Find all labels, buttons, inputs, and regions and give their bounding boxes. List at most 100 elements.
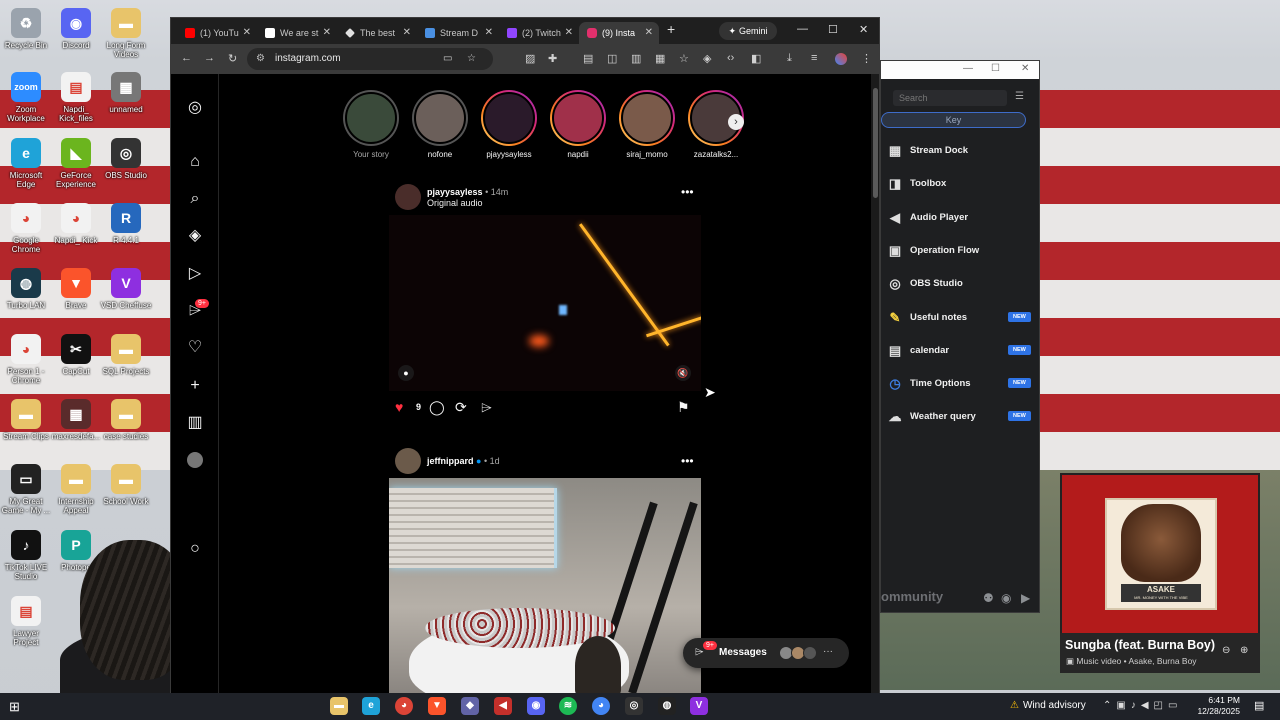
translate-icon[interactable]: ◈	[703, 52, 711, 65]
reload-icon[interactable]: ↻	[228, 52, 237, 65]
dock-plugin-item[interactable]: ◎ OBS Studio	[881, 270, 1039, 298]
avatar[interactable]	[395, 184, 421, 210]
post-username[interactable]: pjayysayless	[427, 187, 483, 197]
close-tab-icon[interactable]: ✕	[645, 27, 653, 38]
tab-gmail[interactable]: We are st ✕	[257, 22, 337, 44]
tab-stream-dock[interactable]: Stream D ✕	[417, 22, 499, 44]
desktop-icon[interactable]: ♪ TikTok LIVE Studio	[0, 530, 52, 581]
windows-start-icon[interactable]: ⊞	[9, 699, 20, 715]
dock-plugin-item[interactable]: ☁ Weather query NEW	[881, 403, 1039, 431]
post-username[interactable]: jeffnippard	[427, 456, 474, 466]
forward-icon[interactable]: →	[204, 52, 215, 64]
dock-plugin-item[interactable]: ◨ Toolbox	[881, 170, 1039, 198]
network-icon[interactable]: ◰	[1154, 700, 1168, 711]
story-item[interactable]: nofone	[405, 90, 475, 159]
dock-plugin-item[interactable]: ▣ Operation Flow	[881, 237, 1039, 265]
dock-search-input[interactable]: Search	[893, 90, 1007, 106]
post-video[interactable]: ● 🔇	[389, 215, 701, 391]
dock-plugin-item[interactable]: ◀ Audio Player	[881, 204, 1039, 232]
gemini-button[interactable]: ✦ Gemini	[719, 22, 777, 40]
search-icon[interactable]: ⌕	[185, 189, 205, 209]
story-item[interactable]: Your story	[336, 90, 406, 159]
desktop-icon[interactable]: ▦ unnamed	[100, 72, 152, 114]
download-icon[interactable]: ⤓	[787, 52, 792, 65]
extension-icon[interactable]: ▨	[525, 52, 535, 65]
avatar[interactable]	[395, 448, 421, 474]
desktop-icon[interactable]: V VSD Cheffuse	[100, 268, 152, 310]
like-count[interactable]: 9	[416, 402, 421, 412]
edge-icon[interactable]: e	[362, 697, 380, 715]
instagram-logo-icon[interactable]: ◎	[185, 98, 205, 118]
dock-plugin-item[interactable]: ▦ Stream Dock	[881, 137, 1039, 165]
repost-icon[interactable]: ⟳	[455, 399, 467, 416]
dock-plugin-item[interactable]: ◷ Time Options NEW	[881, 370, 1039, 398]
liked-heart-icon[interactable]: ♥	[395, 399, 403, 415]
robot-icon[interactable]: ⚉	[983, 591, 994, 605]
youtube-icon[interactable]: ▶	[1021, 591, 1030, 605]
desktop-icon[interactable]: ▼ Brave	[50, 268, 102, 310]
discord-icon[interactable]: ◉	[527, 697, 545, 715]
dock-plugin-item[interactable]: ▤ calendar NEW	[881, 337, 1039, 365]
tab-instagram[interactable]: (9) Insta ✕	[579, 22, 659, 44]
file-explorer-icon[interactable]: ▬	[330, 697, 348, 715]
story-item[interactable]: siraj_momo	[612, 90, 682, 159]
user-tag-icon[interactable]: ●	[398, 365, 414, 381]
notification-icon[interactable]: ▤	[1254, 699, 1264, 712]
tab-twitch[interactable]: (2) Twitch ✕	[499, 22, 579, 44]
vsd-icon[interactable]: V	[690, 697, 708, 715]
close-tab-icon[interactable]: ✕	[403, 27, 411, 38]
plus-icon[interactable]: ⊕	[1240, 645, 1248, 656]
code-icon[interactable]: ‹›	[727, 52, 734, 64]
profile-avatar[interactable]	[835, 53, 847, 65]
star-icon[interactable]: ☆	[679, 52, 689, 65]
reels-icon[interactable]: ▷	[185, 264, 205, 284]
maximize-button[interactable]: ☐	[991, 63, 1000, 74]
desktop-icon[interactable]: ✂ CapCut	[50, 334, 102, 376]
close-window-button[interactable]: ✕	[1021, 63, 1029, 74]
post-audio[interactable]: Original audio	[427, 198, 483, 208]
install-icon[interactable]: ▭	[443, 48, 452, 70]
chevron-up-icon[interactable]: ⌃	[1103, 700, 1116, 711]
desktop-icon[interactable]: ▭ My Great Game - My ...	[0, 464, 52, 515]
key-tab[interactable]: Key	[881, 112, 1026, 128]
heart-icon[interactable]: ♡	[185, 338, 205, 358]
brave-icon[interactable]: ▼	[428, 697, 446, 715]
camera-icon[interactable]: ▣	[1116, 700, 1130, 711]
sidepanel-icon[interactable]: ◧	[751, 52, 761, 65]
store-icon[interactable]: ◆	[461, 697, 479, 715]
back-icon[interactable]: ←	[181, 52, 192, 64]
desktop-icon[interactable]: R R 4.4.1	[100, 203, 152, 245]
app-icon[interactable]: ◀	[494, 697, 512, 715]
profile-avatar[interactable]	[185, 450, 205, 470]
save-icon[interactable]: ⚑	[677, 399, 690, 416]
dock-plugin-item[interactable]: ✎ Useful notes NEW	[881, 304, 1039, 332]
weather-widget[interactable]: ⚠ Wind advisory	[1010, 700, 1086, 711]
desktop-icon[interactable]: ♻ Recycle Bin	[0, 8, 52, 50]
tab-youtube[interactable]: (1) YouTu ✕	[177, 22, 257, 44]
clock[interactable]: 6:41 PM 12/28/2025	[1196, 695, 1240, 717]
spotify-icon[interactable]: ≋	[559, 697, 577, 715]
address-bar[interactable]: ⚙ instagram.com ☆ ▭	[247, 48, 493, 70]
discord-icon[interactable]: ◉	[1001, 591, 1011, 605]
desktop-icon[interactable]: ▬ School Work	[100, 464, 152, 506]
desktop-icon[interactable]: e Microsoft Edge	[0, 138, 52, 189]
desktop-icon[interactable]: ▬ Stream Clips	[0, 399, 52, 441]
desktop-icon[interactable]: ◕ Person 1 - Chrome	[0, 334, 52, 385]
close-tab-icon[interactable]: ✕	[323, 27, 331, 38]
maximize-button[interactable]: ☐	[828, 23, 838, 36]
volume-icon[interactable]: ◀	[1141, 700, 1154, 711]
desktop-icon[interactable]: ◎ OBS Studio	[100, 138, 152, 180]
extension-icon[interactable]: ▥	[631, 52, 641, 65]
messages-button[interactable]: ⌲ 9+ Messages ···	[683, 638, 849, 668]
chrome-icon[interactable]: ◕	[395, 697, 413, 715]
dashboard-icon[interactable]: ▥	[185, 413, 205, 433]
list-icon[interactable]: ☰	[1015, 91, 1024, 102]
battery-icon[interactable]: ▭	[1168, 700, 1182, 711]
desktop-icon[interactable]: ▬ SQL Projects	[100, 334, 152, 376]
minimize-button[interactable]: —	[963, 63, 973, 74]
close-tab-icon[interactable]: ✕	[243, 27, 251, 38]
home-icon[interactable]: ⌂	[185, 152, 205, 172]
minimize-button[interactable]: —	[797, 23, 808, 35]
desktop-icon[interactable]: zoom Zoom Workplace	[0, 72, 52, 123]
desktop-icon[interactable]: ▬ Internship Appeal	[50, 464, 102, 515]
